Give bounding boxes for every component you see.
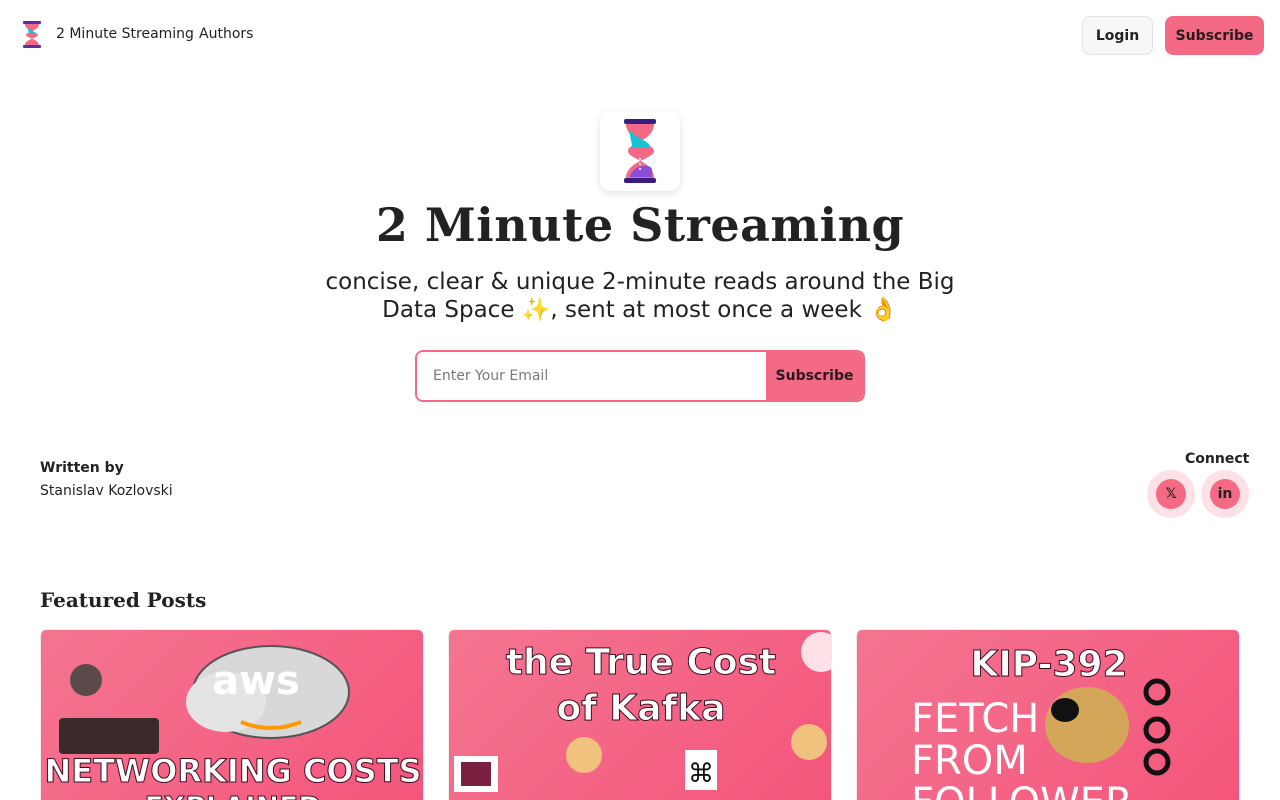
connect-label: Connect [1185, 451, 1250, 467]
publication-title: 2 Minute Streaming [375, 198, 905, 252]
card-title-line: of Kafka [556, 688, 726, 730]
card-aws-text: aws [212, 658, 300, 704]
subscribe-form: Subscribe [415, 350, 865, 402]
written-by-label: Written by [40, 460, 124, 476]
card-title-line: NETWORKING COSTS [44, 752, 422, 791]
featured-post-card[interactable]: KIP-392 FETCH FROM FOLLOWER [856, 629, 1240, 800]
svg-text:⌘: ⌘ [688, 759, 714, 789]
featured-posts-heading: Featured Posts [40, 588, 207, 612]
nav-brand-link[interactable]: 2 Minute Streaming [56, 26, 194, 42]
nav-subscribe-button[interactable]: Subscribe [1165, 16, 1264, 55]
card-title-line: FROM [911, 738, 1028, 784]
author-name[interactable]: Stanislav Kozlovski [40, 483, 173, 499]
hourglass-icon [624, 119, 656, 183]
linkedin-icon: in [1210, 479, 1240, 509]
login-button[interactable]: Login [1082, 16, 1153, 55]
featured-post-card[interactable]: ⌘ the True Cost of Kafka [448, 629, 832, 800]
top-nav: 2 Minute Streaming Authors Login Subscri… [0, 0, 1280, 70]
card-title-line: EXPLAINED [41, 790, 423, 800]
email-input[interactable] [417, 352, 766, 400]
card-title-line: the True Cost [505, 642, 777, 684]
linkedin-social-link[interactable]: in [1201, 470, 1249, 518]
card-title-line: KIP-392 [970, 644, 1128, 686]
x-social-link[interactable]: 𝕏 [1147, 470, 1195, 518]
nav-authors-link[interactable]: Authors [199, 26, 253, 42]
card-title-line: FETCH [911, 696, 1040, 742]
card-title-line: FOLLOWER [911, 780, 1133, 800]
publication-logo [600, 111, 680, 191]
publication-tagline: concise, clear & unique 2-minute reads a… [325, 269, 955, 323]
hourglass-logo-icon[interactable] [21, 21, 43, 48]
x-icon: 𝕏 [1156, 479, 1186, 509]
subscribe-button[interactable]: Subscribe [766, 352, 863, 400]
featured-post-card[interactable]: aws NETWORKING COSTS EXPLAINED [40, 629, 424, 800]
